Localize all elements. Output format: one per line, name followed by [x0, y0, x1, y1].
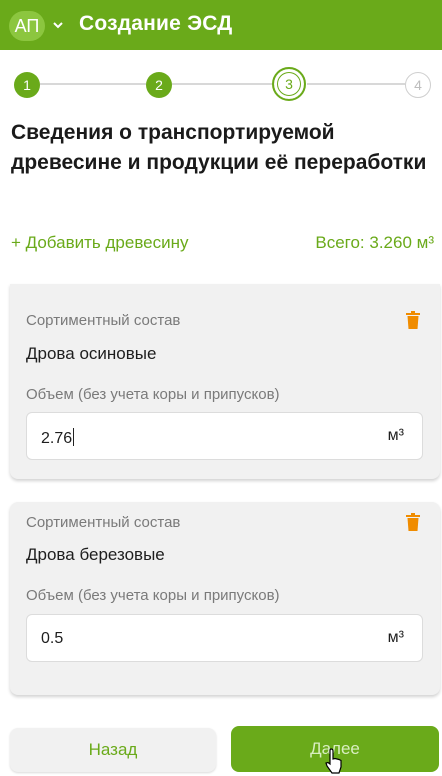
wood-item-card: Сортиментный состав Дрова березовые Объе…	[10, 502, 440, 695]
volume-input[interactable]: 0.5 м³	[26, 614, 423, 662]
step-4: 4	[405, 72, 431, 98]
progress-stepper: 1 2 3 4	[0, 64, 442, 104]
volume-input[interactable]: 2.76 м³	[26, 412, 423, 460]
text-caret	[73, 428, 75, 446]
unit-label: м³	[387, 629, 404, 646]
volume-input-value: 2.76	[41, 428, 75, 447]
stepper-line	[172, 83, 272, 85]
page-title: Создание ЭСД	[79, 12, 233, 35]
step-3: 3	[272, 67, 306, 101]
wood-item-card: Сортиментный состав Дрова осиновые Объем…	[10, 284, 440, 479]
footer-actions: Назад Далее	[0, 718, 442, 776]
assortment-label: Сортиментный состав	[26, 514, 181, 531]
assortment-value[interactable]: Дрова осиновые	[26, 344, 156, 364]
stepper-line	[40, 83, 146, 85]
chevron-down-icon[interactable]	[52, 19, 64, 31]
trash-icon[interactable]	[406, 513, 420, 531]
unit-label: м³	[387, 427, 404, 444]
section-title: Сведения о транспортируемой древесине и …	[11, 121, 427, 174]
assortment-label: Сортиментный состав	[26, 312, 181, 329]
back-button[interactable]: Назад	[10, 728, 216, 772]
trash-icon[interactable]	[406, 311, 420, 329]
step-1: 1	[14, 72, 40, 98]
volume-input-value: 0.5	[41, 630, 64, 647]
assortment-value[interactable]: Дрова березовые	[26, 545, 165, 565]
step-2: 2	[146, 72, 172, 98]
volume-label: Объем (без учета коры и припусков)	[26, 386, 280, 403]
wood-items-list[interactable]: Сортиментный состав Дрова осиновые Объем…	[0, 270, 442, 710]
avatar[interactable]: АП	[9, 11, 45, 41]
stepper-line	[307, 83, 405, 85]
total-volume: Всего: 3.260 м³	[315, 233, 434, 252]
pointer-cursor-icon	[325, 748, 342, 774]
add-wood-link[interactable]: + Добавить древесину	[11, 233, 189, 253]
app-header: АП Создание ЭСД	[0, 0, 442, 50]
volume-label: Объем (без учета коры и припусков)	[26, 587, 280, 604]
